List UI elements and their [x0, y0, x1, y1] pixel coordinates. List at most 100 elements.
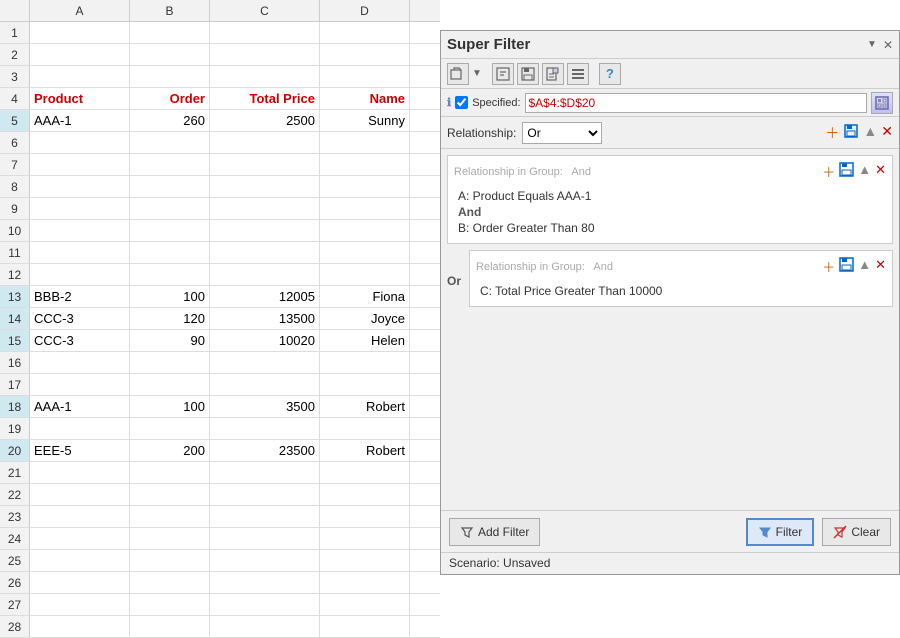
rel-del-icon[interactable]: ✕ — [881, 123, 893, 143]
cell-c — [210, 550, 320, 571]
sf-relationship-row: Relationship: Or And ＋ ▲ ✕ — [441, 117, 899, 149]
col-header-b: B — [130, 0, 210, 21]
specified-checkbox[interactable] — [455, 96, 468, 109]
table-row: 5AAA-12602500Sunny — [0, 110, 440, 132]
cell-b — [130, 264, 210, 285]
list-btn[interactable] — [567, 63, 589, 85]
dropdown-arrow[interactable]: ▼ — [472, 68, 482, 79]
cell-a — [30, 264, 130, 285]
cell-d: Fiona — [320, 286, 410, 307]
cell-c — [210, 462, 320, 483]
sf-rel-icons: ＋ ▲ ✕ — [825, 123, 893, 143]
cell-d — [320, 374, 410, 395]
cell-d — [320, 44, 410, 65]
sf-titlebar: Super Filter ▼ ✕ — [441, 31, 899, 59]
cell-b: 120 — [130, 308, 210, 329]
pin-icon[interactable]: ▼ — [867, 39, 877, 50]
sf-group-2: Relationship in Group: And ＋ ▲ ✕ C: Tota… — [469, 250, 893, 307]
group2-up-icon[interactable]: ▲ — [858, 257, 871, 276]
cell-c — [210, 176, 320, 197]
cell-b: 260 — [130, 110, 210, 131]
group1-up-icon[interactable]: ▲ — [858, 162, 871, 181]
group2-save-icon[interactable] — [839, 257, 854, 276]
cell-b — [130, 176, 210, 197]
cell-a: AAA-1 — [30, 396, 130, 417]
table-row: 15CCC-39010020Helen — [0, 330, 440, 352]
table-row: 21 — [0, 462, 440, 484]
status-text: Scenario: Unsaved — [449, 556, 550, 570]
table-row: 16 — [0, 352, 440, 374]
toolbar-btn2[interactable] — [492, 63, 514, 85]
open-btn[interactable] — [447, 63, 469, 85]
table-row: 22 — [0, 484, 440, 506]
table-row: 12 — [0, 264, 440, 286]
group1-save-icon[interactable] — [839, 162, 854, 181]
cell-a — [30, 220, 130, 241]
row-number: 2 — [0, 44, 30, 65]
table-row: 27 — [0, 594, 440, 616]
add-filter-btn[interactable]: Add Filter — [449, 518, 540, 546]
help-btn[interactable]: ? — [599, 63, 621, 85]
sf-group-1: Relationship in Group: And ＋ ▲ ✕ A: Prod… — [447, 155, 893, 244]
sf-footer: Add Filter Filter Clear — [441, 510, 899, 552]
cell-b — [130, 132, 210, 153]
cell-d — [320, 176, 410, 197]
rel-save-icon[interactable] — [843, 123, 859, 143]
cell-c — [210, 616, 320, 637]
clear-btn[interactable]: Clear — [822, 518, 891, 546]
cell-b — [130, 154, 210, 175]
table-row: 2 — [0, 44, 440, 66]
cell-a — [30, 352, 130, 373]
export-btn[interactable] — [542, 63, 564, 85]
table-row: 3 — [0, 66, 440, 88]
cell-d — [320, 154, 410, 175]
sf-group-1-header: Relationship in Group: And ＋ ▲ ✕ — [454, 162, 886, 181]
cell-c — [210, 374, 320, 395]
row-number: 18 — [0, 396, 30, 417]
info-icon: ℹ — [447, 96, 451, 109]
table-row: 26 — [0, 572, 440, 594]
cell-a — [30, 44, 130, 65]
col-headers: A B C D — [0, 0, 440, 22]
cell-a — [30, 66, 130, 87]
cell-c: 3500 — [210, 396, 320, 417]
cell-a — [30, 550, 130, 571]
close-icon[interactable]: ✕ — [883, 38, 893, 52]
group1-condition-b: B: Order Greater Than 80 — [458, 219, 886, 237]
cell-c — [210, 198, 320, 219]
row-number: 6 — [0, 132, 30, 153]
relationship-select[interactable]: Or And — [522, 122, 602, 144]
cell-d — [320, 550, 410, 571]
cell-c — [210, 66, 320, 87]
cell-b — [130, 352, 210, 373]
row-number: 11 — [0, 242, 30, 263]
range-picker-btn[interactable] — [871, 92, 893, 114]
cell-c — [210, 528, 320, 549]
rel-add-icon[interactable]: ＋ — [825, 123, 839, 143]
cell-c: 23500 — [210, 440, 320, 461]
cell-a — [30, 462, 130, 483]
table-row: 19 — [0, 418, 440, 440]
cell-a: AAA-1 — [30, 110, 130, 131]
range-input[interactable] — [525, 93, 868, 113]
row-number: 22 — [0, 484, 30, 505]
row-number: 26 — [0, 572, 30, 593]
cell-d — [320, 352, 410, 373]
cell-b — [130, 44, 210, 65]
cell-a: CCC-3 — [30, 330, 130, 351]
rel-up-icon[interactable]: ▲ — [863, 123, 877, 143]
cell-b — [130, 242, 210, 263]
cell-a — [30, 418, 130, 439]
filter-btn[interactable]: Filter — [746, 518, 815, 546]
group2-del-icon[interactable]: ✕ — [875, 257, 886, 276]
row-number: 13 — [0, 286, 30, 307]
cell-d: Helen — [320, 330, 410, 351]
cell-a — [30, 528, 130, 549]
cell-c: Total Price — [210, 88, 320, 109]
cell-d: Joyce — [320, 308, 410, 329]
group1-del-icon[interactable]: ✕ — [875, 162, 886, 181]
cell-c: 12005 — [210, 286, 320, 307]
group2-add-icon[interactable]: ＋ — [822, 257, 835, 276]
group1-add-icon[interactable]: ＋ — [822, 162, 835, 181]
save-btn[interactable] — [517, 63, 539, 85]
